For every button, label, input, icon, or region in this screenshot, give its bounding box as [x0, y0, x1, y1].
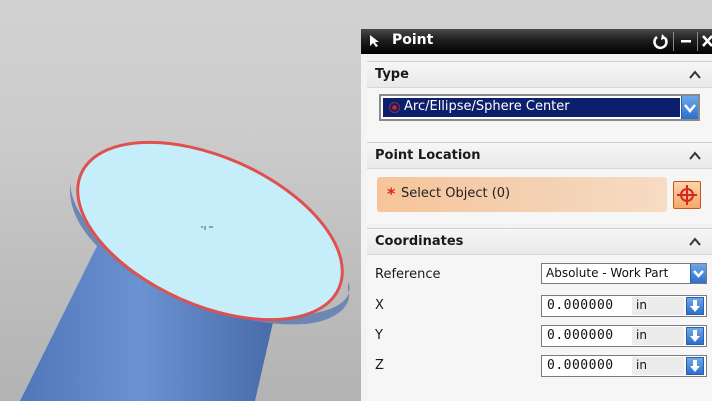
dialog-title: Point — [392, 32, 434, 48]
minimize-icon — [681, 40, 691, 43]
type-section-label: Type — [375, 67, 409, 82]
collapse-icon[interactable] — [689, 237, 701, 246]
coordinates-section-label: Coordinates — [375, 234, 464, 249]
z-label: Z — [375, 358, 384, 373]
x-field[interactable]: 0.000000 in — [541, 295, 707, 317]
x-options-button[interactable] — [686, 297, 704, 315]
z-unit: in — [632, 357, 684, 375]
arc-center-icon — [388, 101, 401, 114]
type-dropdown-value: Arc/Ellipse/Sphere Center — [404, 99, 570, 114]
down-arrow-icon — [690, 360, 700, 372]
y-options-button[interactable] — [686, 327, 704, 345]
type-dropdown[interactable]: Arc/Ellipse/Sphere Center — [379, 94, 700, 121]
x-value[interactable]: 0.000000 — [547, 298, 614, 313]
type-section-header[interactable]: Type — [367, 61, 712, 88]
down-arrow-icon — [690, 330, 700, 342]
point-dialog: Point Type Arc/Ellipse/Sphere Center Poi… — [361, 29, 712, 401]
chevron-down-icon — [693, 270, 704, 278]
close-button[interactable] — [700, 31, 712, 51]
y-field[interactable]: 0.000000 in — [541, 325, 707, 347]
type-section-body: Arc/Ellipse/Sphere Center — [367, 88, 712, 142]
minimize-button[interactable] — [677, 31, 695, 51]
select-object-label: Select Object (0) — [401, 186, 511, 201]
y-label: Y — [375, 328, 383, 343]
y-unit-label: in — [636, 328, 647, 342]
reference-dropdown[interactable]: Absolute - Work Part — [541, 263, 707, 284]
point-location-section-label: Point Location — [375, 148, 481, 163]
z-options-button[interactable] — [686, 357, 704, 375]
z-unit-label: in — [636, 358, 647, 372]
select-arrow-icon — [370, 35, 379, 47]
required-marker: * — [387, 184, 396, 203]
reset-button[interactable] — [651, 31, 671, 51]
z-value[interactable]: 0.000000 — [547, 358, 614, 373]
crosshair-icon — [677, 185, 697, 205]
point-dialog-button[interactable] — [673, 181, 701, 209]
z-field[interactable]: 0.000000 in — [541, 355, 707, 377]
x-label: X — [375, 298, 384, 313]
coordinates-section-header[interactable]: Coordinates — [367, 228, 712, 255]
y-value[interactable]: 0.000000 — [547, 328, 614, 343]
y-unit: in — [632, 327, 684, 345]
dialog-title-bar[interactable]: Point — [361, 29, 712, 54]
down-arrow-icon — [690, 300, 700, 312]
type-dropdown-arrow[interactable] — [681, 96, 698, 119]
close-icon — [702, 35, 712, 47]
point-location-section-body: * Select Object (0) — [367, 169, 712, 224]
point-location-section-header[interactable]: Point Location — [367, 142, 712, 169]
chevron-down-icon — [684, 104, 696, 113]
x-unit: in — [632, 297, 684, 315]
reference-value: Absolute - Work Part — [546, 266, 669, 280]
collapse-icon[interactable] — [689, 151, 701, 160]
reference-label: Reference — [375, 267, 441, 282]
type-selected-option: Arc/Ellipse/Sphere Center — [383, 98, 680, 117]
coordinates-section-body: Reference Absolute - Work Part X 0.00000… — [367, 255, 712, 401]
reference-dropdown-arrow[interactable] — [690, 264, 706, 283]
x-unit-label: in — [636, 298, 647, 312]
reset-icon — [653, 34, 668, 50]
select-object-field[interactable]: * Select Object (0) — [377, 177, 667, 212]
collapse-icon[interactable] — [689, 70, 701, 79]
